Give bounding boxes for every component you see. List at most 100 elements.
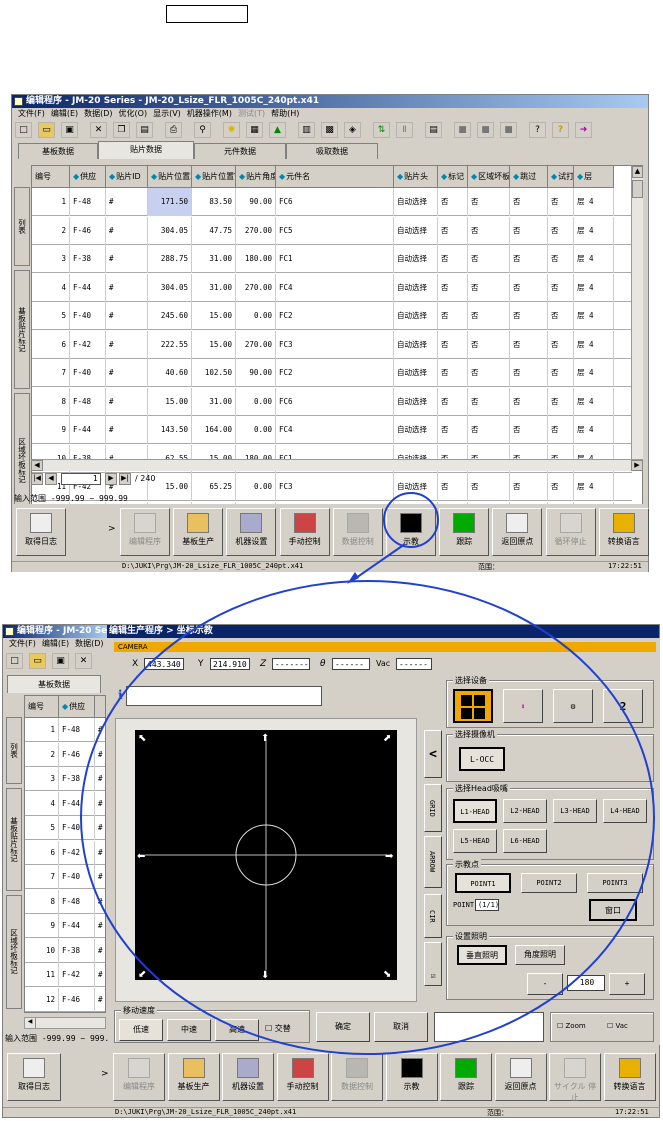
table-cell[interactable]: 层 4 [574, 245, 614, 273]
scroll-left-icon-2[interactable]: ◀ [25, 1018, 36, 1028]
context-help-icon[interactable]: ? [529, 122, 546, 138]
cycle-stop-button[interactable]: サイクル 停止 [549, 1053, 601, 1102]
table-row[interactable]: 3 F-38 #288.75 31.00 180.00 FC1 自动选择否否否否层 4 [32, 245, 632, 273]
speed-mid-button[interactable]: 中速 [167, 1019, 211, 1041]
tab-1[interactable]: 贴片数据 [98, 141, 194, 159]
table-cell[interactable]: 否 [510, 359, 548, 387]
machine-setup-button[interactable]: 机器设置 [226, 508, 277, 556]
table-cell[interactable]: 自动选择 [394, 302, 438, 330]
table-cell[interactable]: 9 [32, 416, 70, 444]
tab-3[interactable]: 吸取数据 [286, 143, 378, 159]
table-row[interactable]: 2 F-46 #304.05 47.75 270.00 FC5 自动选择否否否否层 4 [32, 216, 632, 245]
table-cell[interactable]: 0.00 [236, 302, 276, 330]
table-cell[interactable]: FC4 [276, 273, 394, 302]
speed-low-button[interactable]: 低速 [119, 1019, 163, 1041]
board-production-button[interactable]: 基板生产 [167, 1053, 220, 1101]
table-cell[interactable]: 0.00 [236, 387, 276, 416]
table-row[interactable]: 9 F-44 #143.50 164.00 0.00 FC4 自动选择否否否否层 4 [32, 416, 632, 444]
side-tab-0[interactable]: 列表 [6, 717, 22, 785]
table-row[interactable]: 9 F-44 # [25, 914, 105, 938]
table-cell[interactable]: # [106, 302, 148, 330]
table-cell[interactable]: 否 [438, 359, 468, 387]
column-header[interactable]: ◆贴片ID [106, 166, 148, 188]
table-cell[interactable]: 0.00 [236, 473, 276, 501]
tracking-button[interactable]: 跟踪 [439, 508, 490, 556]
table-cell[interactable]: 层 4 [574, 473, 614, 501]
new-file-icon-2[interactable]: □ [6, 653, 23, 669]
table-row[interactable]: 6 F-42 #222.55 15.00 270.00 FC3 自动选择否否否否层 4 [32, 330, 632, 359]
table-cell[interactable]: 否 [548, 387, 574, 416]
table-cell[interactable]: 否 [438, 473, 468, 501]
table-cell[interactable]: 31.00 [192, 245, 236, 273]
return-origin-button[interactable]: 返回原点 [494, 1053, 547, 1101]
table-cell[interactable]: 11 [25, 963, 59, 987]
light-bulb-icon[interactable]: ✺ [223, 122, 240, 138]
column-header[interactable]: ◆贴片头 [394, 166, 438, 188]
light-plus-button[interactable]: + [609, 973, 645, 995]
table-cell[interactable]: 164.00 [192, 416, 236, 444]
align-icon[interactable]: ▥ [298, 122, 315, 138]
table-cell[interactable]: 5 [25, 816, 59, 840]
table-cell[interactable]: F-44 [70, 273, 106, 302]
table-cell[interactable]: 2 [25, 742, 59, 767]
table-cell[interactable]: # [106, 188, 148, 216]
paste-icon[interactable]: ▤ [136, 122, 153, 138]
table-cell[interactable]: 304.05 [148, 216, 192, 245]
table-cell[interactable]: F-40 [70, 302, 106, 330]
edit-program-button[interactable]: 编辑程序 [113, 1053, 165, 1101]
edit-program-button[interactable]: 编辑程序 [120, 508, 170, 556]
side-tab-1[interactable]: 基板贴片标记 [14, 269, 30, 390]
table-cell[interactable]: 15.00 [192, 330, 236, 359]
table-cell[interactable]: 层 4 [574, 387, 614, 416]
table-cell[interactable]: 31.00 [192, 387, 236, 416]
table-cell[interactable]: 7 [25, 865, 59, 889]
table-cell[interactable]: 9 [25, 914, 59, 938]
table-cell[interactable]: 否 [438, 330, 468, 359]
tab-2[interactable]: 元件数据 [194, 143, 286, 159]
page-input[interactable]: 1 [61, 473, 101, 485]
vac-checkbox[interactable]: ☐ Vac [607, 1022, 628, 1030]
component-icon[interactable]: ▲ [269, 122, 286, 138]
grid-icon[interactable]: ▩ [321, 122, 338, 138]
menu-item[interactable]: 文件(F) [18, 109, 45, 118]
table-cell[interactable]: 2 [32, 216, 70, 245]
table-cell[interactable]: 否 [548, 216, 574, 245]
menu-item[interactable]: 数据(D) [84, 109, 112, 118]
column-header[interactable]: ◆贴片位置X [148, 166, 192, 188]
data-control-button[interactable]: 数据控制 [331, 1053, 383, 1101]
table-cell[interactable]: 90.00 [236, 188, 276, 216]
get-log-button-2[interactable]: 取得日志 [7, 1053, 61, 1101]
table-cell[interactable]: F-42 [59, 963, 95, 987]
table-cell[interactable]: 4 [25, 791, 59, 816]
menu-item[interactable]: 文件(F) [9, 639, 36, 648]
table-cell[interactable]: 8 [32, 387, 70, 416]
table-cell[interactable]: 层 4 [574, 302, 614, 330]
table-cell[interactable]: 否 [510, 302, 548, 330]
column-header[interactable]: ◆贴片角度 [236, 166, 276, 188]
prev-page-icon[interactable]: ◀ [45, 473, 57, 485]
side-tab-1[interactable]: 基板贴片标记 [6, 788, 22, 891]
table-cell[interactable]: 自动选择 [394, 416, 438, 444]
table-cell[interactable]: 否 [468, 216, 510, 245]
table-cell[interactable]: 层 4 [574, 330, 614, 359]
table-cell[interactable]: FC3 [276, 330, 394, 359]
block2-icon[interactable]: ■ [477, 122, 494, 138]
table-cell[interactable]: 自动选择 [394, 387, 438, 416]
table-cell[interactable]: # [106, 416, 148, 444]
menu-item[interactable]: 编辑(E) [42, 639, 69, 648]
table-cell[interactable]: 6 [32, 330, 70, 359]
table-cell[interactable]: 222.55 [148, 330, 192, 359]
table-cell[interactable]: F-48 [70, 188, 106, 216]
table-cell[interactable]: 270.00 [236, 273, 276, 302]
side-tab-0[interactable]: 列表 [14, 187, 30, 266]
table-cell[interactable]: 否 [510, 473, 548, 501]
menu-item[interactable]: 数据(D) [75, 639, 103, 648]
column-header[interactable]: ◆区域坏板 [468, 166, 510, 188]
table-cell[interactable]: 6 [25, 840, 59, 865]
scroll-thumb[interactable] [632, 180, 643, 198]
column-header[interactable]: ◆供应 [59, 696, 95, 718]
table-cell[interactable]: FC2 [276, 359, 394, 387]
table-cell[interactable]: FC6 [276, 188, 394, 216]
table-cell[interactable]: 自动选择 [394, 359, 438, 387]
vertical-scrollbar[interactable]: ▲ [631, 166, 643, 459]
